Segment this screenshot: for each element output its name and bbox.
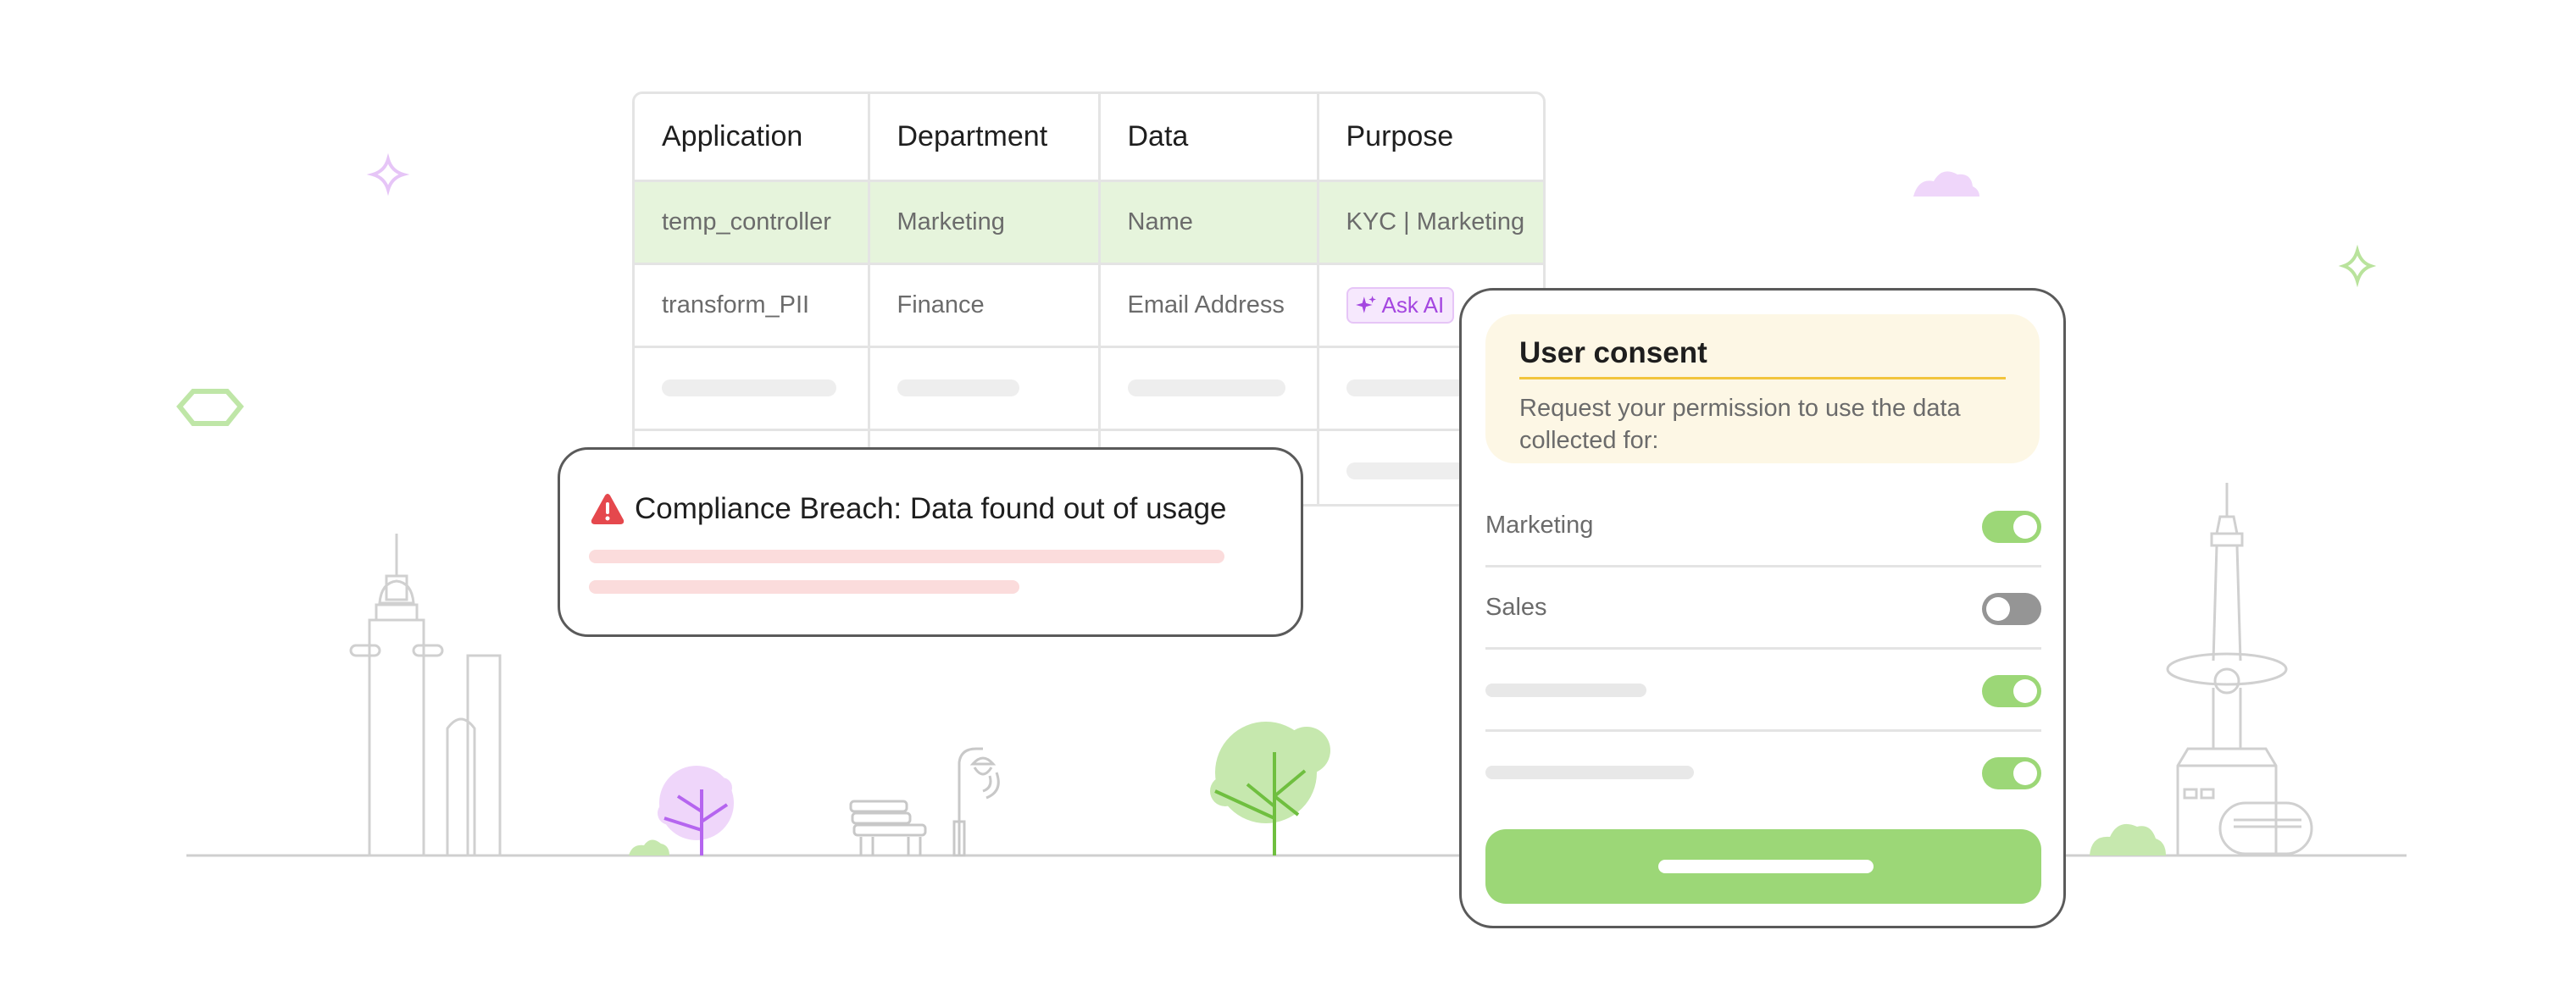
sparkle-decoration-icon	[366, 152, 410, 197]
cell-data: Email Address	[1099, 263, 1319, 348]
ask-ai-label: Ask AI	[1381, 291, 1445, 318]
column-header-data: Data	[1099, 94, 1319, 182]
consent-header: User consent Request your permission to …	[1485, 314, 2040, 463]
consent-title-underline	[1519, 377, 2006, 379]
data-usage-table: Application Department Data Purpose temp…	[632, 91, 1546, 507]
compliance-alert-card: Compliance Breach: Data found out of usa…	[558, 447, 1303, 637]
column-header-application: Application	[635, 94, 870, 182]
consent-toggle[interactable]	[1982, 757, 2041, 789]
consent-toggle[interactable]	[1982, 675, 2041, 707]
table-row[interactable]: temp_controller Marketing Name KYC | Mar…	[635, 180, 1543, 265]
street-lamp-icon	[952, 747, 1000, 857]
skeleton-line	[662, 379, 836, 396]
marketing-consent-toggle[interactable]	[1982, 511, 2041, 543]
table-row[interactable]: transform_PII Finance Email Address Ask …	[635, 263, 1543, 348]
consent-title: User consent	[1519, 336, 1707, 369]
skeleton-line	[897, 379, 1019, 396]
cell-purpose: KYC | Marketing	[1318, 180, 1543, 265]
user-consent-card: User consent Request your permission to …	[1459, 288, 2066, 928]
alert-skeleton-line	[589, 580, 1019, 594]
table-header-row: Application Department Data Purpose	[635, 94, 1543, 182]
alert-title: Compliance Breach: Data found out of usa…	[635, 492, 1227, 525]
consent-item-marketing: Marketing	[1485, 485, 2041, 567]
sparkle-icon	[1355, 296, 1376, 313]
ask-ai-button[interactable]: Ask AI	[1346, 286, 1455, 324]
skyscraper-icon	[349, 534, 502, 857]
bench-icon	[849, 800, 927, 855]
cell-department: Marketing	[869, 180, 1101, 265]
alert-title-row: Compliance Breach: Data found out of usa…	[591, 492, 1227, 526]
skeleton-line	[1485, 766, 1694, 779]
hexagon-decoration-icon	[176, 389, 244, 426]
sales-consent-toggle[interactable]	[1982, 593, 2041, 625]
toggle-knob	[2013, 679, 2037, 703]
tree-icon	[658, 766, 734, 855]
toggle-knob	[2013, 761, 2037, 785]
tree-icon	[1210, 722, 1330, 855]
cell-department: Finance	[869, 263, 1101, 348]
column-header-purpose: Purpose	[1318, 94, 1543, 182]
toggle-knob	[1986, 597, 2010, 621]
skeleton-line	[1127, 379, 1285, 396]
skeleton-line	[1485, 684, 1646, 697]
consent-item-placeholder	[1485, 650, 2041, 732]
cell-application: temp_controller	[635, 180, 870, 265]
table-row-placeholder	[635, 346, 1543, 431]
consent-item-placeholder	[1485, 732, 2041, 814]
button-label-placeholder	[1658, 860, 1874, 873]
column-header-department: Department	[869, 94, 1101, 182]
warning-triangle-icon	[591, 494, 625, 524]
consent-item-label: Sales	[1485, 594, 1547, 621]
cell-application: transform_PII	[635, 263, 870, 348]
consent-description: Request your permission to use the data …	[1519, 395, 1961, 454]
alert-skeleton-line	[589, 550, 1224, 563]
cloud-icon	[2090, 823, 2166, 855]
consent-item-sales: Sales	[1485, 567, 2041, 650]
cloud-icon	[629, 839, 669, 855]
consent-item-label: Marketing	[1485, 512, 1594, 539]
sparkle-decoration-icon	[2338, 244, 2377, 288]
cell-data: Name	[1099, 180, 1319, 265]
consent-submit-button[interactable]	[1485, 829, 2041, 904]
toggle-knob	[2013, 515, 2037, 539]
cloud-icon	[1913, 171, 1979, 197]
tower-icon	[2166, 483, 2313, 855]
